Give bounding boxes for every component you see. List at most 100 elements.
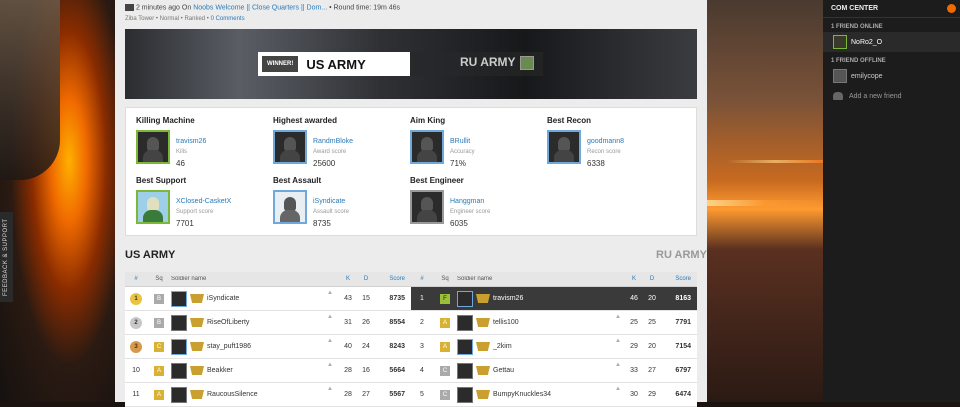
kills-header[interactable]: K bbox=[339, 276, 357, 282]
battle-report-panel: 2 minutes ago On Noobs Welcome || Close … bbox=[115, 0, 707, 407]
squad-header[interactable]: Sq bbox=[147, 276, 171, 282]
rank-insignia-icon bbox=[190, 390, 204, 399]
soldier-avatar bbox=[171, 314, 187, 331]
rank-up-icon: ▲ bbox=[615, 338, 621, 344]
rank-number: 4 bbox=[420, 367, 424, 374]
soldier-name[interactable]: stay_puft1986 bbox=[207, 343, 251, 350]
rank-insignia-icon bbox=[190, 294, 204, 303]
table-row[interactable]: 1 B iSyndicate 43 15 8735 ▲ bbox=[125, 287, 411, 311]
soldier-name[interactable]: iSyndicate bbox=[207, 295, 239, 302]
player-link[interactable]: BRullit bbox=[450, 138, 470, 145]
soldier-name[interactable]: RiseOfLiberty bbox=[207, 319, 249, 326]
stat-label: Support score bbox=[176, 209, 214, 215]
rank-header[interactable]: # bbox=[125, 276, 147, 282]
platform-icon bbox=[125, 4, 134, 11]
feedback-support-tab[interactable]: FEEDBACK & SUPPORT bbox=[0, 212, 13, 302]
score-value: 6474 bbox=[675, 391, 691, 398]
table-row[interactable]: 4 C Gettau 33 27 6797 ▲ bbox=[411, 359, 697, 383]
rank-up-icon: ▲ bbox=[327, 338, 333, 344]
soldier-name[interactable]: travism26 bbox=[493, 295, 523, 302]
rank-insignia-icon bbox=[476, 294, 490, 303]
award-title: Best Engineer bbox=[410, 176, 464, 185]
ru-army-table: # Sq Soldier name K D Score 1 F travism26… bbox=[411, 272, 697, 407]
table-row[interactable]: 1 F travism26 46 20 8163 bbox=[411, 287, 697, 311]
table-row[interactable]: 11 A RaucousSilence 28 27 5567 ▲ bbox=[125, 383, 411, 407]
soldier-name[interactable]: Gettau bbox=[493, 367, 514, 374]
friend-online[interactable]: NoRo2_O bbox=[823, 32, 960, 52]
rank-number: 5 bbox=[420, 391, 424, 398]
right-background-art bbox=[707, 0, 823, 402]
table-row[interactable]: 3 A _2kim 29 20 7154 ▲ bbox=[411, 335, 697, 359]
player-portrait[interactable] bbox=[136, 190, 170, 224]
squad-badge: A bbox=[154, 389, 164, 400]
soldier-name[interactable]: Beakker bbox=[207, 367, 233, 374]
rank-insignia-icon bbox=[190, 318, 204, 327]
result-banner: WINNER! US ARMY RU ARMY bbox=[125, 29, 697, 99]
soldier-name[interactable]: RaucousSilence bbox=[207, 391, 258, 398]
table-row[interactable]: 10 A Beakker 28 16 5664 ▲ bbox=[125, 359, 411, 383]
rank-up-icon: ▲ bbox=[327, 290, 333, 296]
kills-value: 33 bbox=[630, 367, 638, 374]
player-portrait[interactable] bbox=[547, 130, 581, 164]
stat-label: Award score bbox=[313, 149, 347, 155]
server-link[interactable]: Noobs Welcome || Close Quarters || Dom..… bbox=[193, 4, 327, 11]
stat-value: 8735 bbox=[313, 219, 331, 228]
award-title: Highest awarded bbox=[273, 116, 338, 125]
award-card: Aim King BRullit Accuracy 71% bbox=[410, 116, 540, 172]
player-portrait[interactable] bbox=[273, 130, 307, 164]
soldier-name[interactable]: BumpyKnuckles34 bbox=[493, 391, 551, 398]
round-time: • Round time: 19m 46s bbox=[329, 4, 401, 12]
soldier-name[interactable]: tellis100 bbox=[493, 319, 519, 326]
score-value: 8554 bbox=[389, 319, 405, 326]
deaths-header[interactable]: D bbox=[643, 276, 661, 282]
squad-badge: C bbox=[440, 389, 450, 400]
squad-badge: A bbox=[440, 317, 450, 328]
friend-offline[interactable]: emilycope bbox=[823, 66, 960, 86]
soldier-avatar bbox=[171, 338, 187, 355]
comments-link[interactable]: 0 Comments bbox=[211, 16, 245, 22]
rank-header[interactable]: # bbox=[411, 276, 433, 282]
table-row[interactable]: 3 C stay_puft1986 40 24 8243 ▲ bbox=[125, 335, 411, 359]
deaths-header[interactable]: D bbox=[357, 276, 375, 282]
player-link[interactable]: RandmBloke bbox=[313, 138, 353, 145]
player-portrait[interactable] bbox=[136, 130, 170, 164]
player-link[interactable]: goodmann8 bbox=[587, 138, 624, 145]
player-link[interactable]: XClosed-CasketX bbox=[176, 198, 231, 205]
score-value: 8243 bbox=[389, 343, 405, 350]
player-portrait[interactable] bbox=[410, 190, 444, 224]
name-header[interactable]: Soldier name bbox=[171, 276, 339, 282]
squad-badge: A bbox=[440, 341, 450, 352]
award-card: Best Recon goodmann8 Recon score 6338 bbox=[547, 116, 677, 172]
table-row[interactable]: 2 B RiseOfLiberty 31 26 8554 ▲ bbox=[125, 311, 411, 335]
soldier-avatar bbox=[457, 386, 473, 403]
kills-header[interactable]: K bbox=[625, 276, 643, 282]
squad-badge: C bbox=[440, 365, 450, 376]
player-portrait[interactable] bbox=[410, 130, 444, 164]
stat-value: 46 bbox=[176, 159, 185, 168]
add-friend-button[interactable]: Add a new friend bbox=[823, 86, 960, 106]
player-link[interactable]: travism26 bbox=[176, 138, 206, 145]
table-row[interactable]: 5 C BumpyKnuckles34 30 29 6474 ▲ bbox=[411, 383, 697, 407]
soldier-name[interactable]: _2kim bbox=[493, 343, 512, 350]
score-value: 7791 bbox=[675, 319, 691, 326]
name-header[interactable]: Soldier name bbox=[457, 276, 625, 282]
deaths-value: 27 bbox=[648, 367, 656, 374]
table-header: # Sq Soldier name K D Score bbox=[125, 272, 411, 287]
origin-icon[interactable] bbox=[947, 4, 956, 13]
rank-up-icon: ▲ bbox=[327, 314, 333, 320]
score-header[interactable]: Score bbox=[661, 276, 697, 282]
rank-number: 3 bbox=[420, 343, 424, 350]
squad-header[interactable]: Sq bbox=[433, 276, 457, 282]
map-info: Ziba Tower • Normal • Ranked • 0 Comment… bbox=[125, 16, 245, 22]
table-row[interactable]: 2 A tellis100 25 25 7791 ▲ bbox=[411, 311, 697, 335]
stat-label: Kills bbox=[176, 149, 188, 155]
squad-badge: A bbox=[154, 365, 164, 376]
player-portrait[interactable] bbox=[273, 190, 307, 224]
player-link[interactable]: iSyndicate bbox=[313, 198, 345, 205]
rank-insignia-icon bbox=[476, 342, 490, 351]
kills-value: 25 bbox=[630, 319, 638, 326]
deaths-value: 26 bbox=[362, 319, 370, 326]
score-header[interactable]: Score bbox=[375, 276, 411, 282]
stat-value: 6338 bbox=[587, 159, 605, 168]
player-link[interactable]: Hanggman bbox=[450, 198, 484, 205]
